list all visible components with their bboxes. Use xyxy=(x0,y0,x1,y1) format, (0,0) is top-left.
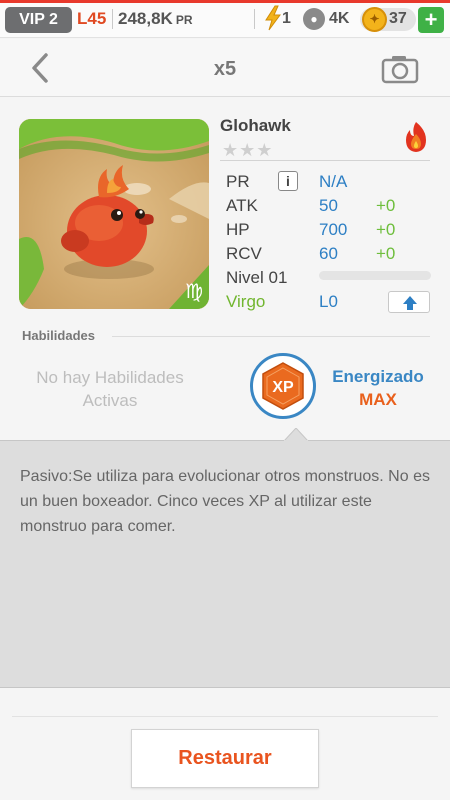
divider xyxy=(112,9,113,29)
info-icon[interactable]: i xyxy=(278,171,298,191)
player-level: L45 xyxy=(77,9,107,28)
divider xyxy=(254,9,255,29)
star-rating: ★★★ xyxy=(222,140,274,160)
energized-value: MAX xyxy=(359,390,397,409)
power-rating: 248,8K PR xyxy=(118,8,193,31)
zodiac-virgo-icon: ♍ xyxy=(185,279,203,303)
zodiac-sign: Virgo xyxy=(226,292,266,311)
lightning-bolt-icon xyxy=(265,5,281,31)
stat-value-rcv: 60 xyxy=(319,244,338,263)
restore-button[interactable]: Restaurar xyxy=(131,729,319,788)
stat-bonus-hp: +0 xyxy=(376,220,396,239)
vip-badge[interactable]: VIP 2 xyxy=(5,7,72,33)
coin-icon: ✦ xyxy=(362,7,387,32)
pawprint-icon: ● xyxy=(303,8,325,30)
limit-up-button[interactable] xyxy=(388,291,430,313)
chevron-left-icon[interactable] xyxy=(26,51,56,85)
power-value: 248,8K xyxy=(118,9,173,28)
limit-value: L0 xyxy=(319,292,338,311)
add-coins-button[interactable]: + xyxy=(418,7,444,33)
top-accent-line xyxy=(0,0,450,3)
page-title: x5 xyxy=(213,58,237,80)
monster-portrait[interactable]: ♍ xyxy=(19,119,209,309)
stat-value-pr: N/A xyxy=(319,172,348,191)
level-progress-bar xyxy=(319,271,431,280)
power-unit: PR xyxy=(175,13,193,27)
xp-badge-label: XP xyxy=(272,379,294,396)
arrow-up-icon xyxy=(403,296,417,310)
fire-icon xyxy=(406,122,426,152)
stat-label-hp: HP xyxy=(226,220,250,239)
skills-header: Habilidades xyxy=(22,328,95,343)
pawprint-count: 4K xyxy=(329,10,350,27)
stat-bonus-atk: +0 xyxy=(376,196,396,215)
xp-hexagon-icon: XP xyxy=(262,362,304,410)
monster-image xyxy=(19,119,209,309)
camera-icon[interactable] xyxy=(380,53,420,85)
xp-badge[interactable]: XP xyxy=(250,353,316,419)
description-text: Pasivo:Se utiliza para evolucionar otros… xyxy=(20,468,430,535)
energized-label: Energizado xyxy=(332,367,424,386)
energy-count: 1 xyxy=(282,10,291,27)
divider xyxy=(112,336,430,337)
coin-count: 37 xyxy=(389,10,407,27)
pointer-notch xyxy=(284,428,308,441)
level-label: Nivel 01 xyxy=(226,268,288,287)
stat-value-hp: 700 xyxy=(319,220,348,239)
divider xyxy=(12,716,438,717)
no-active-skills-text: No hay Habilidades Activas xyxy=(36,368,184,410)
stat-bonus-rcv: +0 xyxy=(376,244,396,263)
status-bar: VIP 2 L45 248,8K PR 1 ● 4K ✦ 37 + xyxy=(0,0,450,38)
divider xyxy=(220,160,430,161)
stat-label-rcv: RCV xyxy=(226,244,262,263)
monster-name: Glohawk xyxy=(220,116,291,135)
stat-label-pr: PR xyxy=(226,172,250,191)
stat-label-atk: ATK xyxy=(226,196,258,215)
nav-bar: x5 xyxy=(0,39,450,97)
monster-detail-screen: VIP 2 L45 248,8K PR 1 ● 4K ✦ 37 + x5 ♍ G… xyxy=(0,0,450,800)
stat-value-atk: 50 xyxy=(319,196,338,215)
